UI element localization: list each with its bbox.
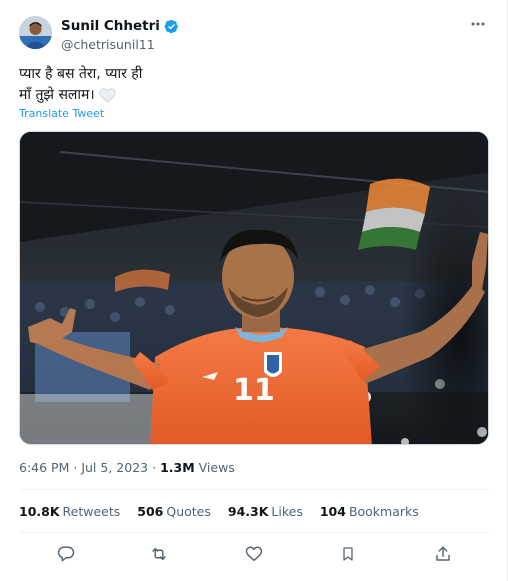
tweet-actions — [19, 540, 489, 568]
quotes-label: Quotes — [166, 504, 211, 519]
views-count[interactable]: 1.3M — [160, 460, 195, 475]
author-display-name[interactable]: Sunil Chhetri — [61, 18, 160, 34]
likes-label: Likes — [271, 504, 303, 519]
divider — [19, 489, 489, 490]
translate-tweet-link[interactable]: Translate Tweet — [19, 107, 104, 120]
reply-icon[interactable] — [54, 542, 78, 566]
likes-stat[interactable]: 94.3K Likes — [228, 504, 303, 519]
more-options-icon[interactable] — [467, 16, 489, 32]
meta-separator-2: · — [152, 460, 157, 475]
meta-separator: · — [73, 460, 78, 475]
tweet-photo[interactable]: 11 — [19, 131, 489, 445]
views-label: Views — [198, 460, 235, 475]
retweet-icon[interactable] — [147, 542, 171, 566]
tweet-text-line-2: माँ तुझे सलाम। — [19, 87, 95, 103]
avatar[interactable] — [19, 16, 52, 49]
author-info: Sunil Chhetri @chetrisunil11 — [61, 15, 179, 52]
quotes-stat[interactable]: 506 Quotes — [137, 504, 211, 519]
tweet-meta: 6:46 PM · Jul 5, 2023 · 1.3M Views — [19, 460, 235, 475]
tweet-text: प्यार है बस तेरा, प्यार ही माँ तुझे सलाम… — [19, 64, 142, 106]
retweets-label: Retweets — [62, 504, 121, 519]
tweet-text-line-2-wrap: माँ तुझे सलाम। — [19, 85, 142, 106]
tweet-time[interactable]: 6:46 PM — [19, 460, 69, 475]
like-heart-icon[interactable] — [242, 542, 266, 566]
divider — [19, 532, 489, 533]
bookmarks-stat[interactable]: 104 Bookmarks — [320, 504, 419, 519]
white-heart-emoji-icon — [99, 87, 116, 103]
tweet-stats: 10.8K Retweets 506 Quotes 94.3K Likes 104 Bo… — [19, 504, 419, 519]
quotes-count: 506 — [137, 504, 164, 519]
tweet-card: Sunil Chhetri @chetrisunil11 प्यार है बस… — [0, 0, 508, 581]
author-name-row[interactable]: Sunil Chhetri — [61, 18, 179, 34]
share-icon[interactable] — [431, 542, 455, 566]
jersey-number: 11 — [233, 373, 275, 408]
bookmarks-count: 104 — [319, 504, 346, 519]
tweet-header: Sunil Chhetri @chetrisunil11 — [19, 14, 489, 54]
author-handle[interactable]: @chetrisunil11 — [61, 37, 179, 52]
tweet-text-line-1: प्यार है बस तेरा, प्यार ही — [19, 66, 143, 82]
retweets-stat[interactable]: 10.8K Retweets — [19, 504, 120, 519]
bookmarks-label: Bookmarks — [348, 504, 419, 519]
retweets-count: 10.8K — [19, 504, 60, 519]
tweet-date[interactable]: Jul 5, 2023 — [81, 460, 148, 475]
bookmark-icon[interactable] — [336, 542, 360, 566]
likes-count: 94.3K — [227, 504, 269, 519]
verified-badge-icon — [164, 19, 178, 33]
